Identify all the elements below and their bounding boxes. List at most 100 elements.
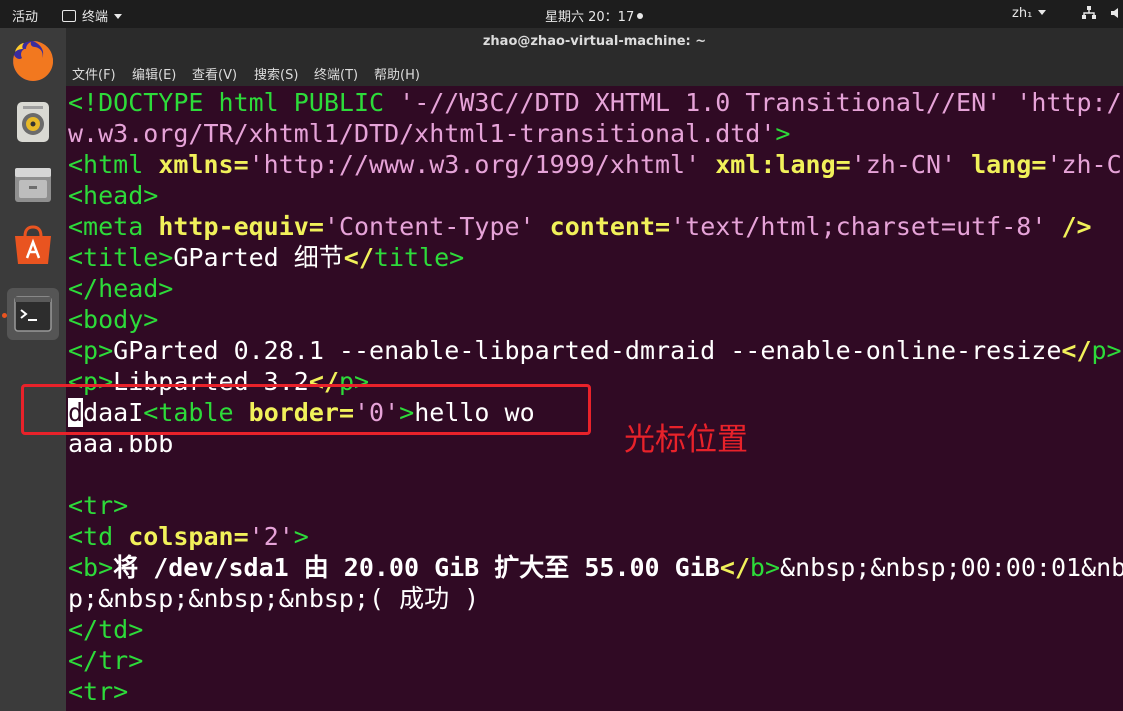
activities-button[interactable]: 活动 [12,6,38,25]
menu-search[interactable]: 搜索(S) [254,64,298,83]
terminal-text: </head> [68,274,174,303]
software-center-launcher[interactable] [7,220,59,272]
terminal-text: 将 /dev/sda1 由 20.00 GiB 扩大至 55.00 GiB [113,553,720,582]
window-title: zhao@zhao-virtual-machine: ~ [482,34,707,49]
terminal-text: 'http://www.w3.org/1999/xhtml' [248,150,701,179]
chevron-down-icon [114,14,123,19]
terminal-text: <tr> [68,491,129,520]
terminal-text: > [293,522,309,551]
terminal-text: > [775,119,791,148]
terminal-text: <html [68,150,159,179]
volume-icon[interactable] [1110,6,1123,24]
menu-file[interactable]: 文件(F) [72,64,116,83]
terminal-small-icon [62,10,76,22]
menu-view[interactable]: 查看(V) [192,64,237,83]
terminal-text: 'http://ww [1016,88,1123,117]
terminal-line: <html xmlns='http://www.w3.org/1999/xhtm… [68,149,1123,180]
rhythmbox-icon [17,102,49,142]
cursor-highlight-box [21,384,591,435]
terminal-line: </td> [68,614,143,645]
terminal-line: <tr> [68,676,128,707]
menu-help[interactable]: 帮助(H) [374,64,420,83]
terminal-text: <head> [68,181,159,210]
menu-edit[interactable]: 编辑(E) [132,64,176,83]
terminal-text: </td> [68,615,144,644]
terminal-text: '-//W3C//DTD XHTML 1.0 Transitional//EN' [399,88,1002,117]
cursor-position-label: 光标位置 [624,422,748,458]
terminal-text: w.w3.org/TR/xhtml1/DTD/xhtml1-transition… [68,119,776,148]
terminal-text: 'zh-CN' [1046,150,1123,179]
network-icon[interactable] [1082,6,1096,24]
terminal-line: w.w3.org/TR/xhtml1/DTD/xhtml1-transition… [68,118,790,149]
input-method-label: zh₁ [1012,6,1033,21]
terminal-line: <td colspan='2'> [68,521,309,552]
firefox-launcher[interactable] [7,34,59,86]
terminal-text: xml:lang= [715,150,851,179]
window-title-bar[interactable]: zhao@zhao-virtual-machine: ~ [66,28,1123,58]
terminal-text: colspan= [128,522,249,551]
terminal-text: GParted 0.28.1 --enable-libparted-dmraid… [113,336,1062,365]
top-bar: 活动 终端 星期六 20：17 zh₁ [0,0,1123,28]
terminal-text: <title> [68,243,174,272]
terminal-text: <body> [68,305,159,334]
dock [0,28,66,711]
files-icon [15,168,51,202]
terminal-text: '2' [248,522,294,551]
app-name: 终端 [82,10,109,25]
app-menu-button[interactable]: 终端 [62,6,123,25]
terminal-line: <meta http-equiv='Content-Type' content=… [68,211,1092,242]
terminal-text: xmlns= [158,150,249,179]
terminal-line: <tr> [68,490,128,521]
terminal-text: /> [1061,212,1092,241]
terminal-icon [14,296,52,332]
input-method-button[interactable]: zh₁ [1012,6,1047,21]
terminal-text: lang= [971,150,1047,179]
terminal-text: <td [68,522,129,551]
terminal-text: 'text/html;charset=utf-8' [670,212,1047,241]
terminal-text: title> [373,243,465,272]
rhythmbox-launcher[interactable] [7,96,59,148]
terminal-text: <tr> [68,677,129,706]
terminal-line: </tr> [68,645,143,676]
terminal-line: <title>GParted 细节</title> [68,242,464,273]
chevron-down-icon [1038,10,1047,15]
terminal-text: http-equiv= [158,212,324,241]
terminal-text: p;&nbsp;&nbsp;&nbsp;( 成功 ) [68,584,480,613]
terminal-text: <p> [68,336,114,365]
terminal-line: <body> [68,304,158,335]
terminal-line: <head> [68,180,158,211]
menu-terminal[interactable]: 终端(T) [314,64,358,83]
terminal-text: <!DOCTYPE html PUBLIC [68,88,400,117]
terminal-text: content= [549,212,671,241]
terminal-text: </ [343,243,374,272]
terminal-text: </tr> [68,646,144,675]
terminal-line: <p>GParted 0.28.1 --enable-libparted-dmr… [68,335,1122,366]
software-center-icon [15,225,51,264]
terminal-text: p> [1091,336,1122,365]
terminal-text: <meta [68,212,159,241]
terminal-text: &nbsp;&nbsp;00:00:01&nbs [780,553,1123,582]
terminal-text: <b> [68,553,114,582]
terminal-text: 'zh-CN' [850,150,957,179]
menu-bar: 文件(F) 编辑(E) 查看(V) 搜索(S) 终端(T) 帮助(H) [66,58,1123,86]
clock-text: 星期六 20：17 [545,10,635,25]
clock-button[interactable]: 星期六 20：17 [545,6,644,25]
terminal-line: <b>将 /dev/sda1 由 20.00 GiB 扩大至 55.00 GiB… [68,552,1123,583]
terminal-line: p;&nbsp;&nbsp;&nbsp;( 成功 ) [68,583,479,614]
terminal-text: b> [749,553,781,582]
files-launcher[interactable] [7,158,59,210]
firefox-icon [13,40,54,81]
terminal-launcher[interactable] [7,288,59,340]
terminal-text: 'Content-Type' [323,212,535,241]
terminal-text: </ [719,553,750,582]
terminal-line: </head> [68,273,173,304]
terminal-line: <!DOCTYPE html PUBLIC '-//W3C//DTD XHTML… [68,87,1123,118]
terminal-text: </ [1061,336,1092,365]
terminal-text: GParted 细节 [173,243,344,272]
notification-dot-icon [637,13,644,19]
